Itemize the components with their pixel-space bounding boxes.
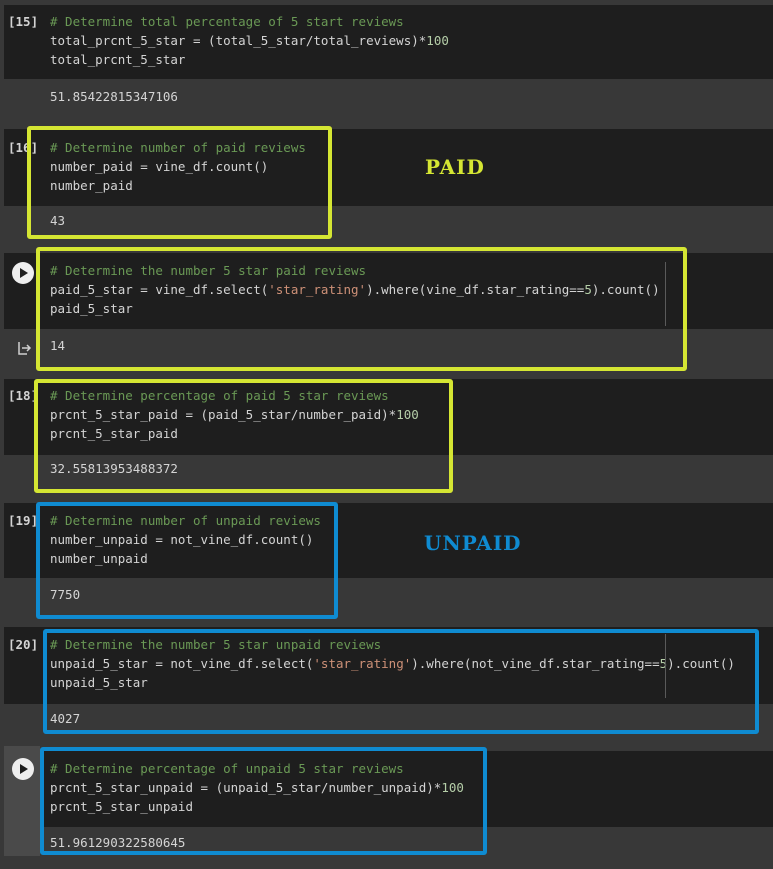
notebook-cell-15[interactable]: [15] # Determine total percentage of 5 s… — [0, 0, 773, 124]
unpaid-highlight-box — [43, 629, 759, 734]
paid-highlight-box — [34, 379, 453, 493]
unpaid-highlight-box — [36, 502, 338, 619]
code-token: total_prcnt_5_star — [50, 52, 186, 67]
code-line: total_prcnt_5_star = (total_5_star/total… — [50, 33, 449, 49]
execution-count: [19] — [8, 513, 39, 528]
code-line: total_prcnt_5_star — [50, 52, 185, 68]
paid-label: PAID — [425, 155, 485, 179]
paid-highlight-box — [36, 247, 687, 371]
code-token: # Determine total percentage of 5 start … — [50, 14, 404, 29]
play-icon[interactable] — [12, 262, 34, 284]
paid-highlight-box — [27, 126, 332, 239]
play-icon[interactable] — [12, 758, 34, 780]
unpaid-label: UNPAID — [424, 531, 522, 555]
output-redirect-icon — [18, 342, 32, 355]
code-token: total_prcnt_5_star = (total_5_star/total… — [50, 33, 427, 48]
cell-output: 51.85422815347106 — [50, 89, 178, 104]
unpaid-highlight-box — [40, 747, 487, 855]
execution-count: [20] — [8, 637, 39, 652]
code-token: 100 — [426, 33, 449, 48]
code-line: # Determine total percentage of 5 start … — [50, 14, 404, 30]
execution-count: [15] — [8, 14, 39, 29]
